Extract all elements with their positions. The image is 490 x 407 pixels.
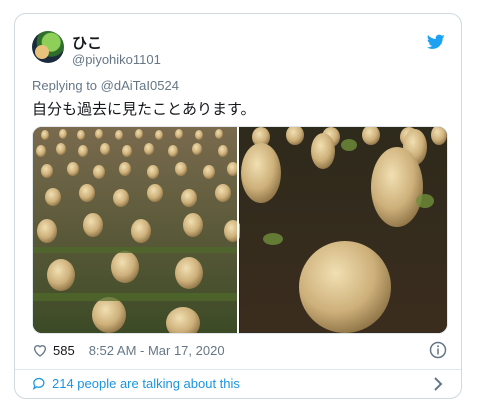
tweet-photo[interactable] — [32, 126, 448, 334]
speech-bubble-icon — [32, 377, 45, 390]
heart-icon[interactable] — [32, 342, 48, 358]
avatar[interactable] — [32, 31, 64, 63]
like-count[interactable]: 585 — [53, 343, 75, 358]
tweet-text: 自分も過去に見たことあります。 — [32, 101, 256, 118]
cabbage-field-photo — [33, 127, 447, 333]
tweet-meta: 585 8:52 AM - Mar 17, 2020 — [32, 342, 225, 358]
display-name[interactable]: ひこ — [72, 32, 102, 53]
divider — [15, 369, 461, 370]
replying-to: Replying to @dAiTaI0524 — [32, 78, 179, 93]
conversation-link[interactable]: 214 people are talking about this — [32, 376, 240, 391]
mention-link[interactable]: @dAiTaI0524 — [101, 78, 179, 93]
timestamp[interactable]: 8:52 AM - Mar 17, 2020 — [89, 343, 225, 358]
chevron-right-icon[interactable] — [431, 376, 445, 392]
conversation-text[interactable]: 214 people are talking about this — [52, 376, 240, 391]
info-icon[interactable] — [429, 341, 447, 359]
twitter-bird-icon[interactable] — [427, 34, 445, 50]
tweet-card[interactable]: ひこ @piyohiko1101 Replying to @dAiTaI0524… — [14, 13, 462, 399]
replying-prefix: Replying to — [32, 78, 98, 93]
user-handle[interactable]: @piyohiko1101 — [72, 52, 161, 67]
